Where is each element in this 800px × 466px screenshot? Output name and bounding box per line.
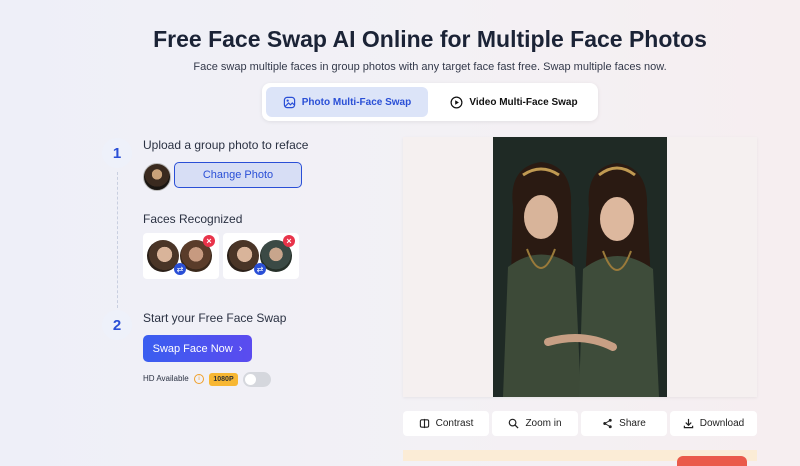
zoom-in-button[interactable]: Zoom in bbox=[492, 411, 578, 436]
tab-photo-multi-face-swap[interactable]: Photo Multi-Face Swap bbox=[266, 87, 428, 117]
toggle-knob bbox=[245, 374, 256, 385]
contrast-icon bbox=[419, 418, 429, 429]
share-button[interactable]: Share bbox=[581, 411, 667, 436]
hd-resolution-badge: 1080P bbox=[209, 373, 238, 386]
hd-toggle[interactable] bbox=[243, 372, 271, 387]
uploaded-photo-thumbnail[interactable] bbox=[143, 163, 171, 191]
remove-face-icon[interactable]: × bbox=[203, 235, 215, 247]
mode-tabs: Photo Multi-Face Swap Video Multi-Face S… bbox=[262, 83, 598, 121]
promo-button[interactable] bbox=[677, 456, 747, 466]
face-pair-1[interactable]: ⇄ × bbox=[143, 233, 219, 279]
promo-banner bbox=[403, 450, 757, 466]
download-button[interactable]: Download bbox=[670, 411, 757, 436]
contrast-button[interactable]: Contrast bbox=[403, 411, 489, 436]
face-pair-2[interactable]: ⇄ × bbox=[223, 233, 299, 279]
swap-icon: ⇄ bbox=[254, 263, 266, 275]
download-icon bbox=[683, 418, 693, 429]
change-photo-button[interactable]: Change Photo bbox=[174, 162, 302, 188]
download-label: Download bbox=[699, 418, 745, 429]
faces-recognized-label: Faces Recognized bbox=[143, 212, 243, 226]
swap-button-label: Swap Face Now bbox=[152, 342, 233, 355]
remove-face-icon[interactable]: × bbox=[283, 235, 295, 247]
preview-photo bbox=[493, 137, 667, 397]
chevron-right-icon: › bbox=[238, 342, 243, 355]
step2-label: Start your Free Face Swap bbox=[143, 311, 287, 325]
step1-label: Upload a group photo to reface bbox=[143, 138, 309, 152]
step-number-2: 2 bbox=[102, 310, 132, 340]
tab-label: Photo Multi-Face Swap bbox=[301, 96, 412, 108]
preview-toolbar: Contrast Zoom in Share Download bbox=[403, 411, 757, 436]
swap-face-now-button[interactable]: Swap Face Now › bbox=[143, 335, 252, 362]
share-icon bbox=[603, 418, 612, 429]
step-connector bbox=[117, 172, 118, 308]
hd-available-label: HD Available bbox=[143, 374, 189, 383]
result-preview bbox=[403, 137, 757, 397]
search-icon bbox=[509, 418, 519, 429]
zoom-in-label: Zoom in bbox=[525, 418, 562, 429]
swap-icon: ⇄ bbox=[174, 263, 186, 275]
image-icon bbox=[283, 96, 295, 108]
page-title: Free Face Swap AI Online for Multiple Fa… bbox=[153, 26, 707, 52]
contrast-label: Contrast bbox=[435, 418, 474, 429]
page-subtitle: Face swap multiple faces in group photos… bbox=[193, 61, 667, 73]
info-icon[interactable]: i bbox=[194, 374, 204, 384]
tab-video-multi-face-swap[interactable]: Video Multi-Face Swap bbox=[434, 87, 594, 117]
share-label: Share bbox=[619, 418, 646, 429]
portrait-illustration bbox=[493, 137, 667, 397]
play-circle-icon bbox=[450, 96, 463, 108]
tab-label: Video Multi-Face Swap bbox=[469, 96, 578, 108]
step-number-1: 1 bbox=[102, 138, 132, 168]
